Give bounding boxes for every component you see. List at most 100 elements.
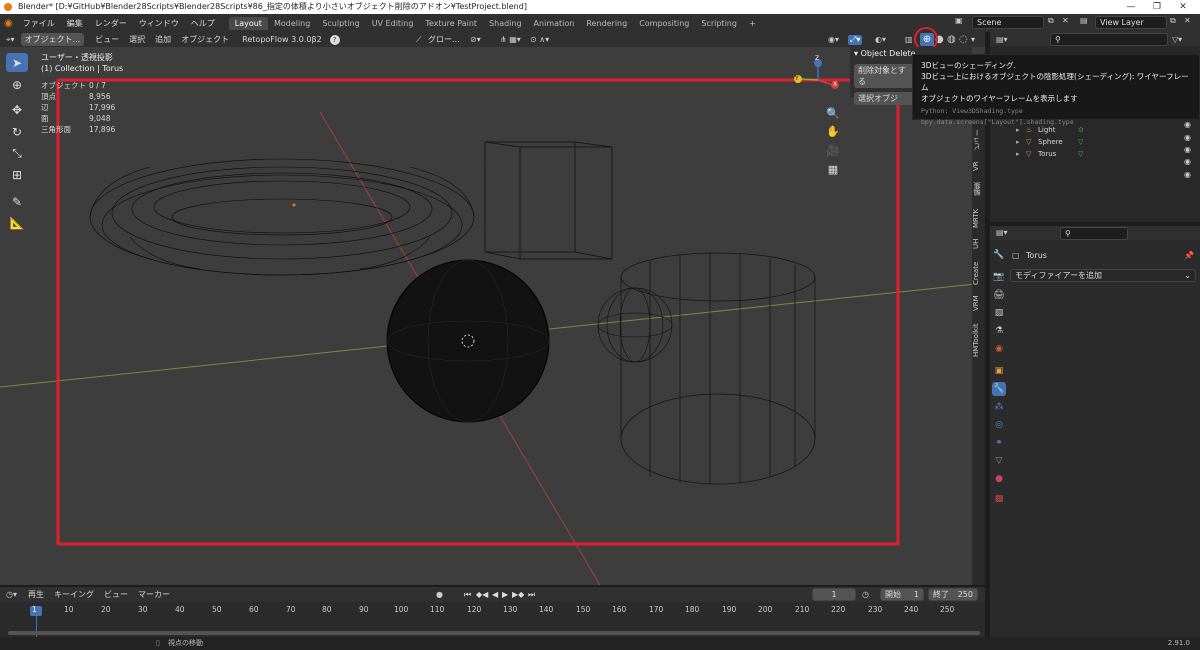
scene-new-icon[interactable]: ⧉ [1048,16,1054,26]
timeline-scrollbar[interactable] [8,631,980,635]
view-layer-tab-icon[interactable]: ▧ [992,306,1006,320]
move-tool-icon[interactable]: ✥ [6,100,28,119]
snap-icon[interactable]: ⋔ ▦▾ [500,35,521,44]
cursor-tool-icon[interactable]: ⊕ [6,75,28,94]
menu-add[interactable]: 追加 [150,34,176,45]
help-icon[interactable]: ? [329,34,340,45]
tab-compositing[interactable]: Compositing [633,17,695,30]
particles-tab-icon[interactable]: ⁂ [992,400,1006,414]
play-icon[interactable]: ▶ [502,590,508,599]
filter-icon[interactable]: ▽▾ [1172,35,1182,44]
jump-start-icon[interactable]: ⏮ [464,590,471,600]
outliner-display-icon[interactable]: ▤▾ [996,35,1008,44]
mode-selector[interactable]: オブジェクト... [20,33,85,46]
world-tab-icon[interactable]: ◉ [992,342,1006,356]
object-tab-icon[interactable]: ▣ [992,364,1006,378]
3d-viewport[interactable]: Z X Y ユーザー・透視投影 (1) Collection | Torus ➤… [0,47,985,585]
outliner-item-torus[interactable]: ▸ ▽ Torus ▽ [990,148,1200,160]
menu-window[interactable]: ウィンドウ [133,18,185,29]
expand-icon[interactable]: ▸ [1016,150,1026,158]
outliner-search-input[interactable]: ⚲ [1050,33,1168,46]
scene-delete-icon[interactable]: ✕ [1062,16,1069,25]
add-modifier-dropdown[interactable]: モディファイアーを追加 ⌄ [1010,269,1196,282]
tab-uv-editing[interactable]: UV Editing [366,17,420,30]
outliner-item-sphere[interactable]: ▸ ▽ Sphere ▽ [990,136,1200,148]
tab-animation[interactable]: Animation [528,17,581,30]
annotate-tool-icon[interactable]: ✎ [6,192,28,211]
tab-scripting[interactable]: Scripting [695,17,743,30]
scale-tool-icon[interactable]: ⤡ [6,144,28,163]
mesh-data-tab-icon[interactable]: ▽ [992,454,1006,468]
menu-keying[interactable]: キーイング [49,589,99,600]
side-tab-hmtoolkit[interactable]: HMToolkit [972,318,985,362]
side-tab-vr[interactable]: VR [972,158,985,174]
side-tab-edit[interactable]: 編集 [972,178,985,200]
physics-tab-icon[interactable]: ◎ [992,418,1006,432]
prev-keyframe-icon[interactable]: ◆◀ [476,590,488,599]
timeline-editor-icon[interactable]: ◷▾ [6,590,23,599]
properties-search-input[interactable]: ⚲ [1060,227,1128,240]
side-tab-uh[interactable]: UH [972,236,985,252]
properties-editor-icon[interactable]: ▤▾ [996,228,1008,237]
retopoflow-menu[interactable]: RetopoFlow 3.0.0β2 [234,35,329,44]
menu-object[interactable]: オブジェクト [176,34,234,45]
output-tab-icon[interactable]: 🖨 [992,288,1006,302]
menu-playback[interactable]: 再生 [23,589,49,600]
scene-tab-icon[interactable]: ⚗ [992,324,1006,338]
menu-render[interactable]: レンダー [89,18,133,29]
next-keyframe-icon[interactable]: ▶◆ [512,590,524,599]
minimize-button[interactable]: — [1118,0,1144,14]
maximize-button[interactable]: ❐ [1144,0,1170,14]
rotate-tool-icon[interactable]: ↻ [6,122,28,141]
menu-view[interactable]: ビュー [90,34,124,45]
tool-tab-icon[interactable]: 🔧 [992,248,1006,262]
pan-hand-icon[interactable]: ✋ [824,123,842,141]
menu-help[interactable]: ヘルプ [185,18,221,29]
proportional-edit-icon[interactable]: ⊙ ∧▾ [530,35,549,44]
pivot-icon[interactable]: ⊘▾ [470,35,481,44]
tab-shading[interactable]: Shading [483,17,528,30]
transform-tool-icon[interactable]: ⊞ [6,165,28,184]
rendered-shading-icon[interactable]: ◌ [959,34,968,45]
tab-rendering[interactable]: Rendering [580,17,633,30]
transform-orientation[interactable]: グロー... [428,34,460,45]
record-icon[interactable]: ● [436,590,443,599]
camera-icon[interactable]: 🎥 [824,142,842,160]
tab-sculpting[interactable]: Sculpting [316,17,365,30]
render-tab-icon[interactable]: 📷 [992,270,1006,284]
view-layer-delete-icon[interactable]: ✕ [1184,16,1191,25]
tab-modeling[interactable]: Modeling [268,17,316,30]
side-tab-create[interactable]: Create [972,258,985,288]
view-layer-selector[interactable]: View Layer [1095,16,1167,29]
side-tab-mrtk[interactable]: MRTK [972,204,985,232]
texture-tab-icon[interactable]: ▩ [992,492,1006,506]
select-tool-icon[interactable]: ➤ [6,53,28,72]
add-workspace-button[interactable]: + [743,17,762,30]
sphere-object[interactable] [386,259,550,423]
shading-options-icon[interactable]: ▾ [971,35,975,44]
gizmo-toggle-icon[interactable]: ⤢▾ [848,34,863,45]
menu-file[interactable]: ファイル [17,18,61,29]
tab-layout[interactable]: Layout [228,16,268,30]
xray-icon[interactable]: ▥ [905,35,913,44]
constraints-tab-icon[interactable]: ⚭ [992,436,1006,450]
expand-icon[interactable]: ▸ [1016,138,1026,146]
menu-marker[interactable]: マーカー [133,589,175,600]
menu-timeline-view[interactable]: ビュー [99,589,133,600]
visibility-icon[interactable]: ◉▾ [828,35,839,44]
tab-texture-paint[interactable]: Texture Paint [419,17,483,30]
side-tab-vrm[interactable]: VRM [972,292,985,314]
end-frame-field[interactable]: 終了 250 [928,588,978,601]
menu-select[interactable]: 選択 [124,34,150,45]
close-button[interactable]: ✕ [1170,0,1196,14]
menu-edit[interactable]: 編集 [61,18,89,29]
material-shading-icon[interactable]: ◍ [947,34,956,45]
modifier-tab-icon[interactable]: 🔧 [992,382,1006,396]
perspective-grid-icon[interactable]: ▦ [824,161,842,179]
blender-menu-icon[interactable]: ◉ [4,18,17,29]
side-tab-view[interactable]: ビュー [972,125,985,155]
delete-target-button[interactable]: 削除対象とする [854,64,914,88]
overlay-icon[interactable]: ◐▾ [875,35,886,44]
start-frame-field[interactable]: 開始 1 [880,588,924,601]
zoom-icon[interactable]: 🔍 [824,105,842,123]
